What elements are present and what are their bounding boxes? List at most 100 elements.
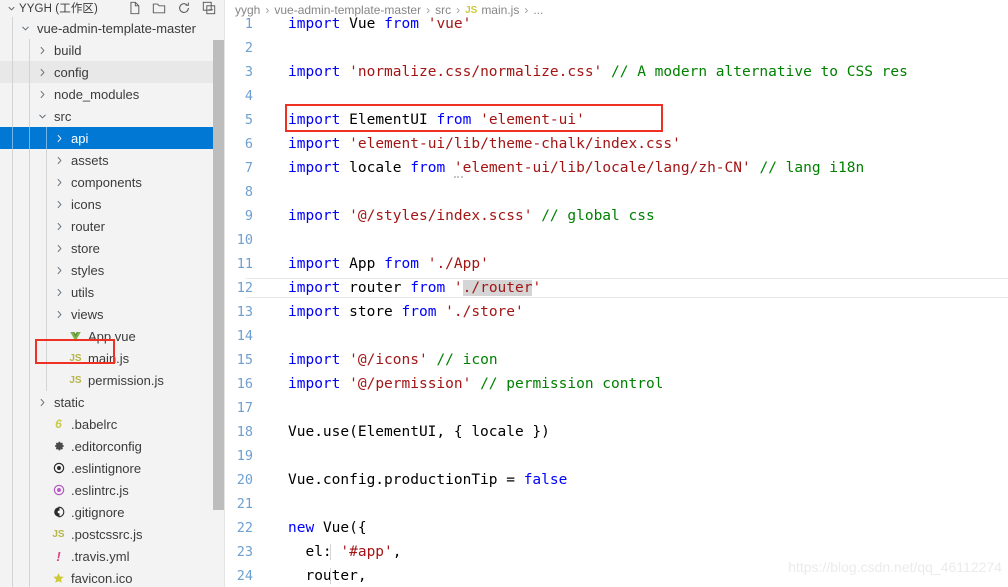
code-line[interactable]: 15 import '@/icons' // icon	[225, 348, 1008, 372]
code-line[interactable]: 13 import store from './store'	[225, 300, 1008, 324]
code-line-text[interactable]: import locale from 'element-ui/lib/local…	[267, 160, 1008, 178]
tree-item-node-modules[interactable]: node_modules	[0, 83, 224, 105]
tree-item--eslintrc-js[interactable]: .eslintrc.js	[0, 479, 224, 501]
code-line-text[interactable]: import router from './router'	[246, 278, 1008, 298]
code-line-text[interactable]: el: '#app',	[267, 544, 1008, 560]
chevron-right-icon[interactable]	[51, 240, 67, 256]
chevron-right-icon[interactable]	[51, 152, 67, 168]
tree-item-static[interactable]: static	[0, 391, 224, 413]
blank-twisty[interactable]	[34, 504, 50, 520]
tree-item-main-js[interactable]: JS main.js	[0, 347, 224, 369]
code-line[interactable]: 22 new Vue({	[225, 516, 1008, 540]
tree-item-src[interactable]: src	[0, 105, 224, 127]
code-line-text[interactable]: Vue.use(ElementUI, { locale })	[267, 424, 1008, 440]
code-line-text[interactable]: import '@/icons' // icon	[267, 352, 1008, 368]
code-line[interactable]: 16 import '@/permission' // permission co…	[225, 372, 1008, 396]
refresh-icon[interactable]	[177, 1, 191, 15]
new-file-icon[interactable]	[127, 1, 141, 15]
file-tree[interactable]: vue-admin-template-master build config node…	[0, 17, 224, 587]
code-line[interactable]: 19	[225, 444, 1008, 468]
code-line[interactable]: 12 import router from './router'	[225, 276, 1008, 300]
blank-twisty[interactable]	[34, 526, 50, 542]
chevron-right-icon[interactable]	[51, 262, 67, 278]
tree-item-api[interactable]: api	[0, 127, 224, 149]
tree-item-build[interactable]: build	[0, 39, 224, 61]
code-line[interactable]: 3 import 'normalize.css/normalize.css' //…	[225, 60, 1008, 84]
code-line-text[interactable]: import ElementUI from 'element-ui'	[267, 112, 1008, 128]
code-line[interactable]: 5 import ElementUI from 'element-ui'	[225, 108, 1008, 132]
code-line[interactable]: 21	[225, 492, 1008, 516]
tree-item-router[interactable]: router	[0, 215, 224, 237]
tree-item--editorconfig[interactable]: .editorconfig	[0, 435, 224, 457]
code-line[interactable]: 17	[225, 396, 1008, 420]
code-line-text[interactable]: import '@/styles/index.scss' // global c…	[267, 208, 1008, 224]
blank-twisty[interactable]	[34, 460, 50, 476]
new-folder-icon[interactable]	[152, 1, 166, 15]
tree-item-vue-admin-template-master[interactable]: vue-admin-template-master	[0, 17, 224, 39]
tree-item-app-vue[interactable]: App.vue	[0, 325, 224, 347]
blank-twisty[interactable]	[34, 416, 50, 432]
chevron-right-icon[interactable]	[51, 130, 67, 146]
tree-item-styles[interactable]: styles	[0, 259, 224, 281]
tree-item-permission-js[interactable]: JS permission.js	[0, 369, 224, 391]
code-line[interactable]: 9 import '@/styles/index.scss' // global …	[225, 204, 1008, 228]
explorer-header[interactable]: YYGH (工作区)	[0, 0, 224, 17]
blank-twisty[interactable]	[51, 328, 67, 344]
tree-item-icons[interactable]: icons	[0, 193, 224, 215]
code-line[interactable]: 14	[225, 324, 1008, 348]
chevron-right-icon[interactable]	[51, 306, 67, 322]
code-line[interactable]: 6 import 'element-ui/lib/theme-chalk/inde…	[225, 132, 1008, 156]
chevron-down-icon[interactable]	[34, 108, 50, 124]
tree-item-utils[interactable]: utils	[0, 281, 224, 303]
code-line-text[interactable]: Vue.config.productionTip = false	[267, 472, 1008, 488]
chevron-right-icon[interactable]	[34, 64, 50, 80]
blank-twisty[interactable]	[51, 350, 67, 366]
code-line[interactable]: 4	[225, 84, 1008, 108]
code-line[interactable]: 18 Vue.use(ElementUI, { locale })	[225, 420, 1008, 444]
blank-twisty[interactable]	[51, 372, 67, 388]
code-line-text[interactable]: import 'normalize.css/normalize.css' // …	[267, 64, 1008, 80]
tree-item--postcssrc-js[interactable]: JS .postcssrc.js	[0, 523, 224, 545]
chevron-down-icon[interactable]	[17, 20, 33, 36]
code-line[interactable]: 10	[225, 228, 1008, 252]
tree-item--babelrc[interactable]: 6 .babelrc	[0, 413, 224, 435]
blank-twisty[interactable]	[34, 548, 50, 564]
blank-twisty[interactable]	[34, 482, 50, 498]
chevron-right-icon[interactable]	[51, 218, 67, 234]
code-line-text[interactable]: new Vue({	[267, 520, 1008, 536]
chevron-right-icon[interactable]	[51, 174, 67, 190]
tree-item--eslintignore[interactable]: .eslintignore	[0, 457, 224, 479]
code-line-text[interactable]: import 'element-ui/lib/theme-chalk/index…	[267, 136, 1008, 152]
explorer-scrollbar[interactable]	[213, 40, 224, 510]
line-number: 7	[244, 160, 253, 176]
code-line[interactable]: 2	[225, 36, 1008, 60]
tree-item--gitignore[interactable]: .gitignore	[0, 501, 224, 523]
code-line-text[interactable]: import store from './store'	[267, 304, 1008, 320]
tree-item-store[interactable]: store	[0, 237, 224, 259]
chevron-right-icon[interactable]	[34, 394, 50, 410]
chevron-down-icon[interactable]	[4, 2, 18, 16]
chevron-right-icon[interactable]	[34, 42, 50, 58]
code-line-text[interactable]: import App from './App'	[267, 256, 1008, 272]
code-line[interactable]: 7 import locale from 'element-ui/lib/loca…	[225, 156, 1008, 180]
code-line[interactable]: 1 import Vue from 'vue'	[225, 12, 1008, 36]
code-line[interactable]: 20 Vue.config.productionTip = false	[225, 468, 1008, 492]
chevron-right-icon[interactable]	[51, 284, 67, 300]
code-line-text[interactable]: import '@/permission' // permission cont…	[267, 376, 1008, 392]
blank-twisty[interactable]	[34, 438, 50, 454]
chevron-right-icon[interactable]	[34, 86, 50, 102]
code-line-text[interactable]: import Vue from 'vue'	[267, 16, 1008, 32]
tree-item-views[interactable]: views	[0, 303, 224, 325]
code-line[interactable]: 11 import App from './App'	[225, 252, 1008, 276]
chevron-right-icon[interactable]	[51, 196, 67, 212]
code-area[interactable]: 1 import Vue from 'vue' 2 3 import 'normaliz…	[225, 12, 1008, 587]
tree-item--travis-yml[interactable]: ! .travis.yml	[0, 545, 224, 567]
collapse-all-icon[interactable]	[202, 1, 216, 15]
tree-item-assets[interactable]: assets	[0, 149, 224, 171]
tree-item-favicon-ico[interactable]: favicon.ico	[0, 567, 224, 587]
tree-item-config[interactable]: config	[0, 61, 224, 83]
tree-item-components[interactable]: components	[0, 171, 224, 193]
blank-twisty[interactable]	[34, 570, 50, 586]
line-number: 18	[236, 424, 253, 440]
code-line[interactable]: 8	[225, 180, 1008, 204]
